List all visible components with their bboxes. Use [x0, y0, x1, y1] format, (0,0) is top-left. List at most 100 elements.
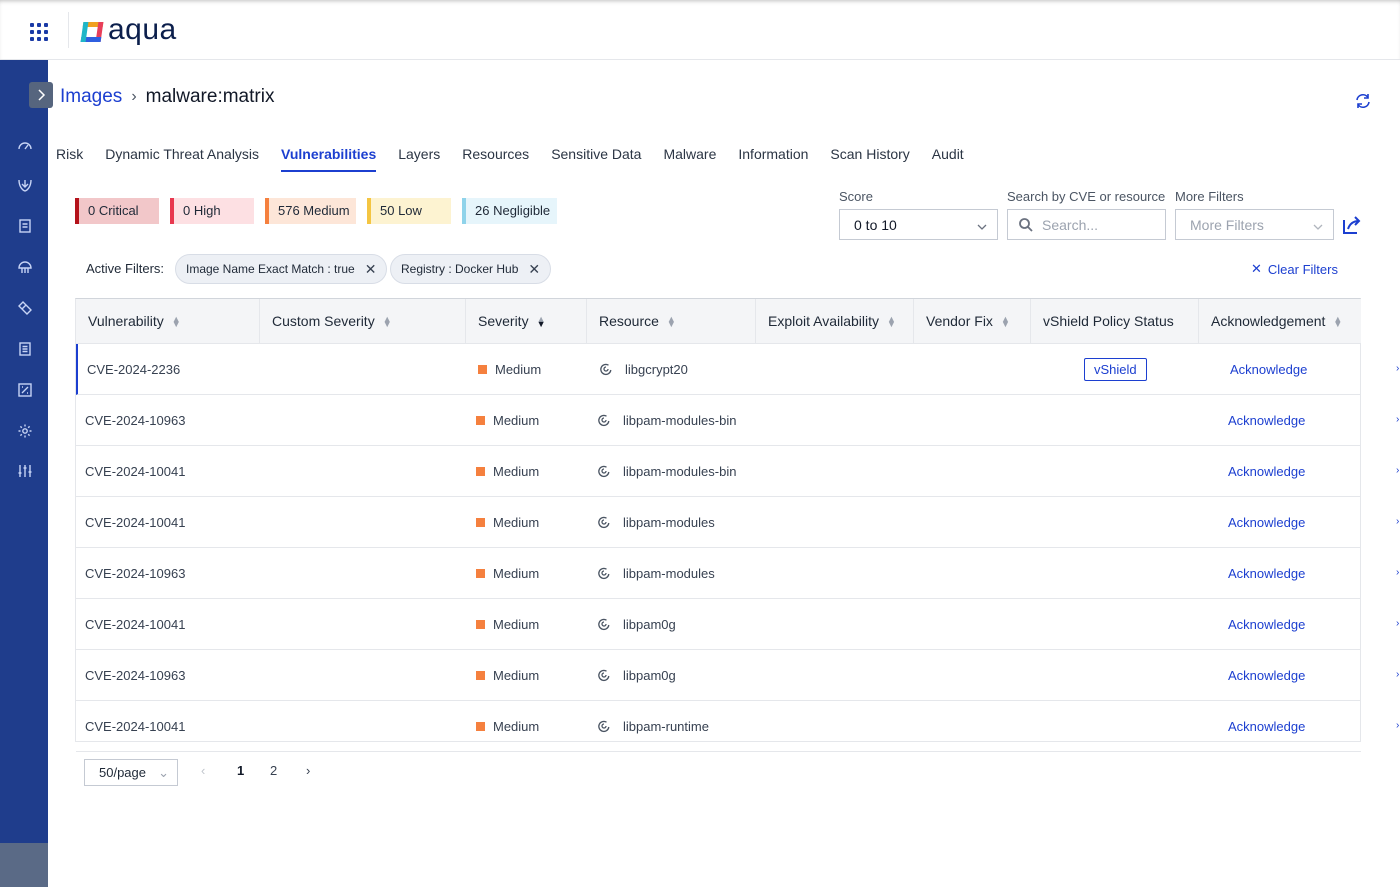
- table-row[interactable]: CVE-2024-10963 Medium libpam0g Acknowledge: [76, 650, 1361, 701]
- debian-icon: [598, 567, 610, 579]
- acknowledge-link[interactable]: Acknowledge: [1228, 515, 1305, 530]
- cve-id[interactable]: CVE-2024-10041: [85, 599, 185, 650]
- high-count-badge[interactable]: 0 High: [170, 198, 254, 224]
- critical-count-badge[interactable]: 0 Critical: [75, 198, 159, 224]
- page-button-1[interactable]: 1: [237, 763, 244, 778]
- acknowledge-link[interactable]: Acknowledge: [1230, 362, 1307, 377]
- search-icon: [1019, 217, 1033, 232]
- aqua-logo[interactable]: aqua: [80, 15, 177, 48]
- severity-label: Medium: [493, 668, 540, 683]
- sort-icon[interactable]: ▲ ▼: [537, 315, 546, 329]
- tab-resources[interactable]: Resources: [462, 144, 529, 172]
- shield-download-icon[interactable]: [14, 174, 36, 196]
- resource-name: libpam0g: [623, 617, 676, 632]
- close-icon[interactable]: ✕: [528, 261, 540, 278]
- column-header-exploit-availability[interactable]: Exploit Availability ▲ ▼: [756, 299, 914, 344]
- search-input[interactable]: Search...: [1007, 209, 1166, 240]
- cve-id[interactable]: CVE-2024-10963: [85, 395, 185, 446]
- column-header-vendor-fix[interactable]: Vendor Fix ▲ ▼: [914, 299, 1031, 344]
- table-row[interactable]: CVE-2024-10041 Medium libpam-modules Acknow…: [76, 497, 1361, 548]
- tab-malware[interactable]: Malware: [663, 144, 716, 172]
- column-header-custom-severity[interactable]: Custom Severity ▲ ▼: [260, 299, 466, 344]
- tab-information[interactable]: Information: [738, 144, 808, 172]
- tab-audit[interactable]: Audit: [932, 144, 964, 172]
- dashboard-icon[interactable]: [14, 134, 36, 156]
- tag-icon[interactable]: [14, 297, 36, 319]
- tab-sensitive-data[interactable]: Sensitive Data: [551, 144, 641, 172]
- breadcrumb-separator: ›: [131, 88, 137, 105]
- close-icon[interactable]: ✕: [365, 261, 377, 278]
- resource-cell: libpam0g: [597, 599, 676, 650]
- clipped-column-edge: ›: [1396, 414, 1400, 425]
- acknowledge-link[interactable]: Acknowledge: [1228, 566, 1305, 581]
- clipped-column-edge: ›: [1396, 669, 1400, 680]
- tab-scan-history[interactable]: Scan History: [830, 144, 909, 172]
- page-button-2[interactable]: 2: [270, 763, 277, 778]
- tab-vulnerabilities[interactable]: Vulnerabilities: [281, 144, 377, 172]
- cve-id[interactable]: CVE-2024-10041: [85, 701, 185, 752]
- app-launcher-icon[interactable]: [30, 23, 48, 41]
- table-row[interactable]: CVE-2024-10963 Medium libpam-modules-bin Ac…: [76, 395, 1361, 446]
- sort-icon[interactable]: ▲ ▼: [887, 315, 896, 329]
- next-page-button[interactable]: ›: [306, 763, 310, 778]
- column-header-vulnerability[interactable]: Vulnerability ▲ ▼: [76, 299, 260, 344]
- cve-id[interactable]: CVE-2024-10963: [85, 650, 185, 701]
- column-header-severity[interactable]: Severity ▲ ▼: [466, 299, 587, 344]
- table-row[interactable]: CVE-2024-10041 Medium libpam-runtime Acknow…: [76, 701, 1361, 752]
- cve-id[interactable]: CVE-2024-10963: [85, 548, 185, 599]
- acknowledge-cell: Acknowledge: [1228, 701, 1305, 752]
- tab-risk[interactable]: Risk: [56, 144, 83, 172]
- cve-id[interactable]: CVE-2024-10041: [85, 446, 185, 497]
- sort-icon[interactable]: ▲ ▼: [667, 315, 676, 329]
- acknowledge-link[interactable]: Acknowledge: [1228, 464, 1305, 479]
- table-row[interactable]: CVE-2024-10041 Medium libpam-modules-bin Ac…: [76, 446, 1361, 497]
- score-select[interactable]: 0 to 10: [839, 209, 998, 240]
- table-row[interactable]: CVE-2024-10963 Medium libpam-modules Acknow…: [76, 548, 1361, 599]
- cve-id[interactable]: CVE-2024-10041: [85, 497, 185, 548]
- negligible-count-badge[interactable]: 26 Negligible: [462, 198, 557, 224]
- sort-icon[interactable]: ▲ ▼: [1333, 315, 1342, 329]
- export-report-icon[interactable]: [1341, 214, 1363, 236]
- clipped-column-edge: ›: [1396, 720, 1400, 731]
- acknowledge-link[interactable]: Acknowledge: [1228, 413, 1305, 428]
- refresh-icon[interactable]: [1354, 92, 1372, 110]
- column-header-resource[interactable]: Resource ▲ ▼: [587, 299, 756, 344]
- vshield-button[interactable]: vShield: [1084, 358, 1147, 381]
- list-document-icon[interactable]: [14, 338, 36, 360]
- acknowledge-link[interactable]: Acknowledge: [1228, 668, 1305, 683]
- acknowledge-cell: Acknowledge: [1228, 599, 1305, 650]
- column-header-acknowledgement[interactable]: Acknowledgement ▲ ▼: [1199, 299, 1361, 344]
- severity-label: Medium: [495, 362, 542, 377]
- acknowledge-link[interactable]: Acknowledge: [1228, 617, 1305, 632]
- sliders-icon[interactable]: [14, 460, 36, 482]
- table-row[interactable]: CVE-2024-10041 Medium libpam0g Acknowledge: [76, 599, 1361, 650]
- settings-icon[interactable]: [14, 420, 36, 442]
- table-row[interactable]: CVE-2024-2236 Medium libgcrypt20 vShield Ack…: [76, 344, 1361, 395]
- severity-cell: Medium: [476, 497, 539, 548]
- sort-icon[interactable]: ▲ ▼: [383, 315, 392, 329]
- tab-dynamic-threat-analysis[interactable]: Dynamic Threat Analysis: [105, 144, 259, 172]
- expand-sidebar-button[interactable]: [29, 82, 53, 108]
- severity-label: Medium: [493, 464, 540, 479]
- document-icon[interactable]: [14, 215, 36, 237]
- umbrella-icon[interactable]: [14, 256, 36, 278]
- severity-indicator: [478, 365, 487, 375]
- more-filters-label: More Filters: [1175, 189, 1244, 204]
- low-count-badge[interactable]: 50 Low: [367, 198, 451, 224]
- medium-count-badge[interactable]: 576 Medium: [265, 198, 356, 224]
- tab-layers[interactable]: Layers: [398, 144, 440, 172]
- acknowledge-link[interactable]: Acknowledge: [1228, 719, 1305, 734]
- cve-id[interactable]: CVE-2024-2236: [87, 344, 180, 395]
- clear-filters-button[interactable]: ✕ Clear Filters: [1251, 261, 1338, 277]
- filter-chip-label: Registry : Docker Hub: [401, 262, 519, 276]
- sort-icon[interactable]: ▲ ▼: [1001, 315, 1010, 329]
- more-filters-select[interactable]: More Filters: [1175, 209, 1334, 240]
- page-size-select[interactable]: 50/page ⌄: [84, 759, 178, 786]
- breadcrumb-images-link[interactable]: Images: [60, 86, 122, 108]
- sort-icon[interactable]: ▲ ▼: [172, 315, 181, 329]
- resource-cell: libpam-runtime: [597, 701, 709, 752]
- chart-box-icon[interactable]: [14, 379, 36, 401]
- close-icon: ✕: [1251, 261, 1262, 276]
- score-value: 0 to 10: [854, 216, 897, 233]
- previous-page-button[interactable]: ‹: [201, 763, 205, 778]
